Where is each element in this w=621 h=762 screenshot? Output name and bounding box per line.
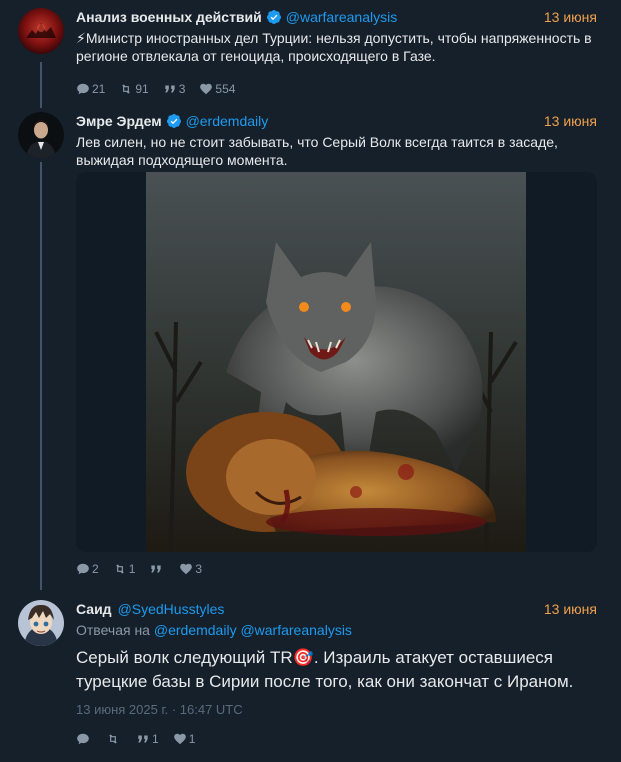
reply-button[interactable]: 21	[76, 82, 105, 96]
tweet-erdemdaily[interactable]: Эмре Эрдем @erdemdaily 13 июня Лев силен…	[0, 108, 621, 588]
like-count: 554	[215, 82, 236, 96]
tweet-text: Серый волк следующий TR🎯. Израиль атакуе…	[76, 648, 574, 691]
avatar[interactable]	[18, 600, 64, 646]
reply-icon	[77, 83, 89, 95]
reply-count: 21	[92, 82, 106, 96]
like-button[interactable]: 554	[199, 82, 235, 96]
reply-icon	[77, 733, 89, 745]
quote-button[interactable]: 3	[163, 82, 186, 96]
avatar[interactable]	[18, 112, 64, 158]
like-count: 1	[188, 732, 196, 746]
replying-handle-2[interactable]: @warfareanalysis	[240, 622, 351, 638]
heart-icon	[173, 733, 186, 745]
tweet-date[interactable]: 13 июня	[544, 601, 597, 617]
tweet-date[interactable]: 13 июня	[544, 9, 597, 25]
tweet-syedhusstyles[interactable]: Саид @SyedHusstyles 13 июня Отвечая на @…	[0, 596, 621, 762]
retweet-count: 91	[135, 82, 149, 96]
verified-badge-icon	[166, 114, 181, 128]
avatar[interactable]	[18, 8, 64, 54]
retweet-button[interactable]: 91	[119, 82, 149, 96]
quote-count: 3	[178, 82, 186, 96]
reply-button[interactable]: 2	[76, 562, 99, 576]
tweet-date[interactable]: 13 июня	[544, 113, 597, 129]
heart-icon	[200, 83, 213, 95]
author-handle[interactable]: @erdemdaily	[186, 113, 269, 129]
author-name[interactable]: Саид	[76, 601, 112, 617]
tweet-warfareanalysis[interactable]: Анализ военных действий @warfareanalysis…	[0, 0, 621, 100]
quote-button[interactable]: 1	[136, 732, 159, 746]
wolf-lion-illustration	[146, 172, 526, 552]
retweet-button[interactable]: 1	[113, 562, 136, 576]
author-name[interactable]: Анализ военных действий	[76, 9, 262, 25]
replying-to: Отвечая на @erdemdaily @warfareanalysis	[76, 622, 597, 638]
tweet-text: ⚡Министр иностранных дел Турции: нельзя …	[76, 30, 592, 64]
replying-prefix: Отвечая на	[76, 622, 150, 638]
author-handle[interactable]: @warfareanalysis	[286, 9, 397, 25]
author-name[interactable]: Эмре Эрдем	[76, 113, 162, 129]
quote-icon	[165, 85, 175, 93]
retweet-icon	[108, 734, 118, 744]
retweet-icon	[122, 84, 131, 94]
like-button[interactable]: 1	[173, 732, 196, 746]
retweet-count: 1	[128, 562, 136, 576]
quote-button[interactable]	[149, 562, 165, 576]
tweet-text: Лев силен, но не стоит забывать, что Сер…	[76, 134, 558, 168]
tweet-timestamp[interactable]: 13 июня 2025 г. · 16:47 UTC	[76, 702, 597, 717]
author-handle[interactable]: @SyedHusstyles	[118, 601, 225, 617]
retweet-icon	[115, 564, 124, 574]
reply-count: 2	[92, 562, 99, 576]
heart-icon	[180, 563, 193, 575]
reply-button[interactable]	[76, 732, 92, 746]
tweet-image[interactable]	[76, 172, 597, 552]
quote-count: 1	[152, 732, 159, 746]
quote-icon	[151, 565, 162, 573]
quote-icon	[138, 735, 148, 743]
retweet-button[interactable]	[106, 732, 122, 746]
like-button[interactable]: 3	[179, 562, 202, 576]
reply-icon	[77, 563, 89, 575]
verified-badge-icon	[266, 10, 281, 24]
replying-handle-1[interactable]: @erdemdaily	[154, 622, 237, 638]
like-count: 3	[195, 562, 203, 576]
